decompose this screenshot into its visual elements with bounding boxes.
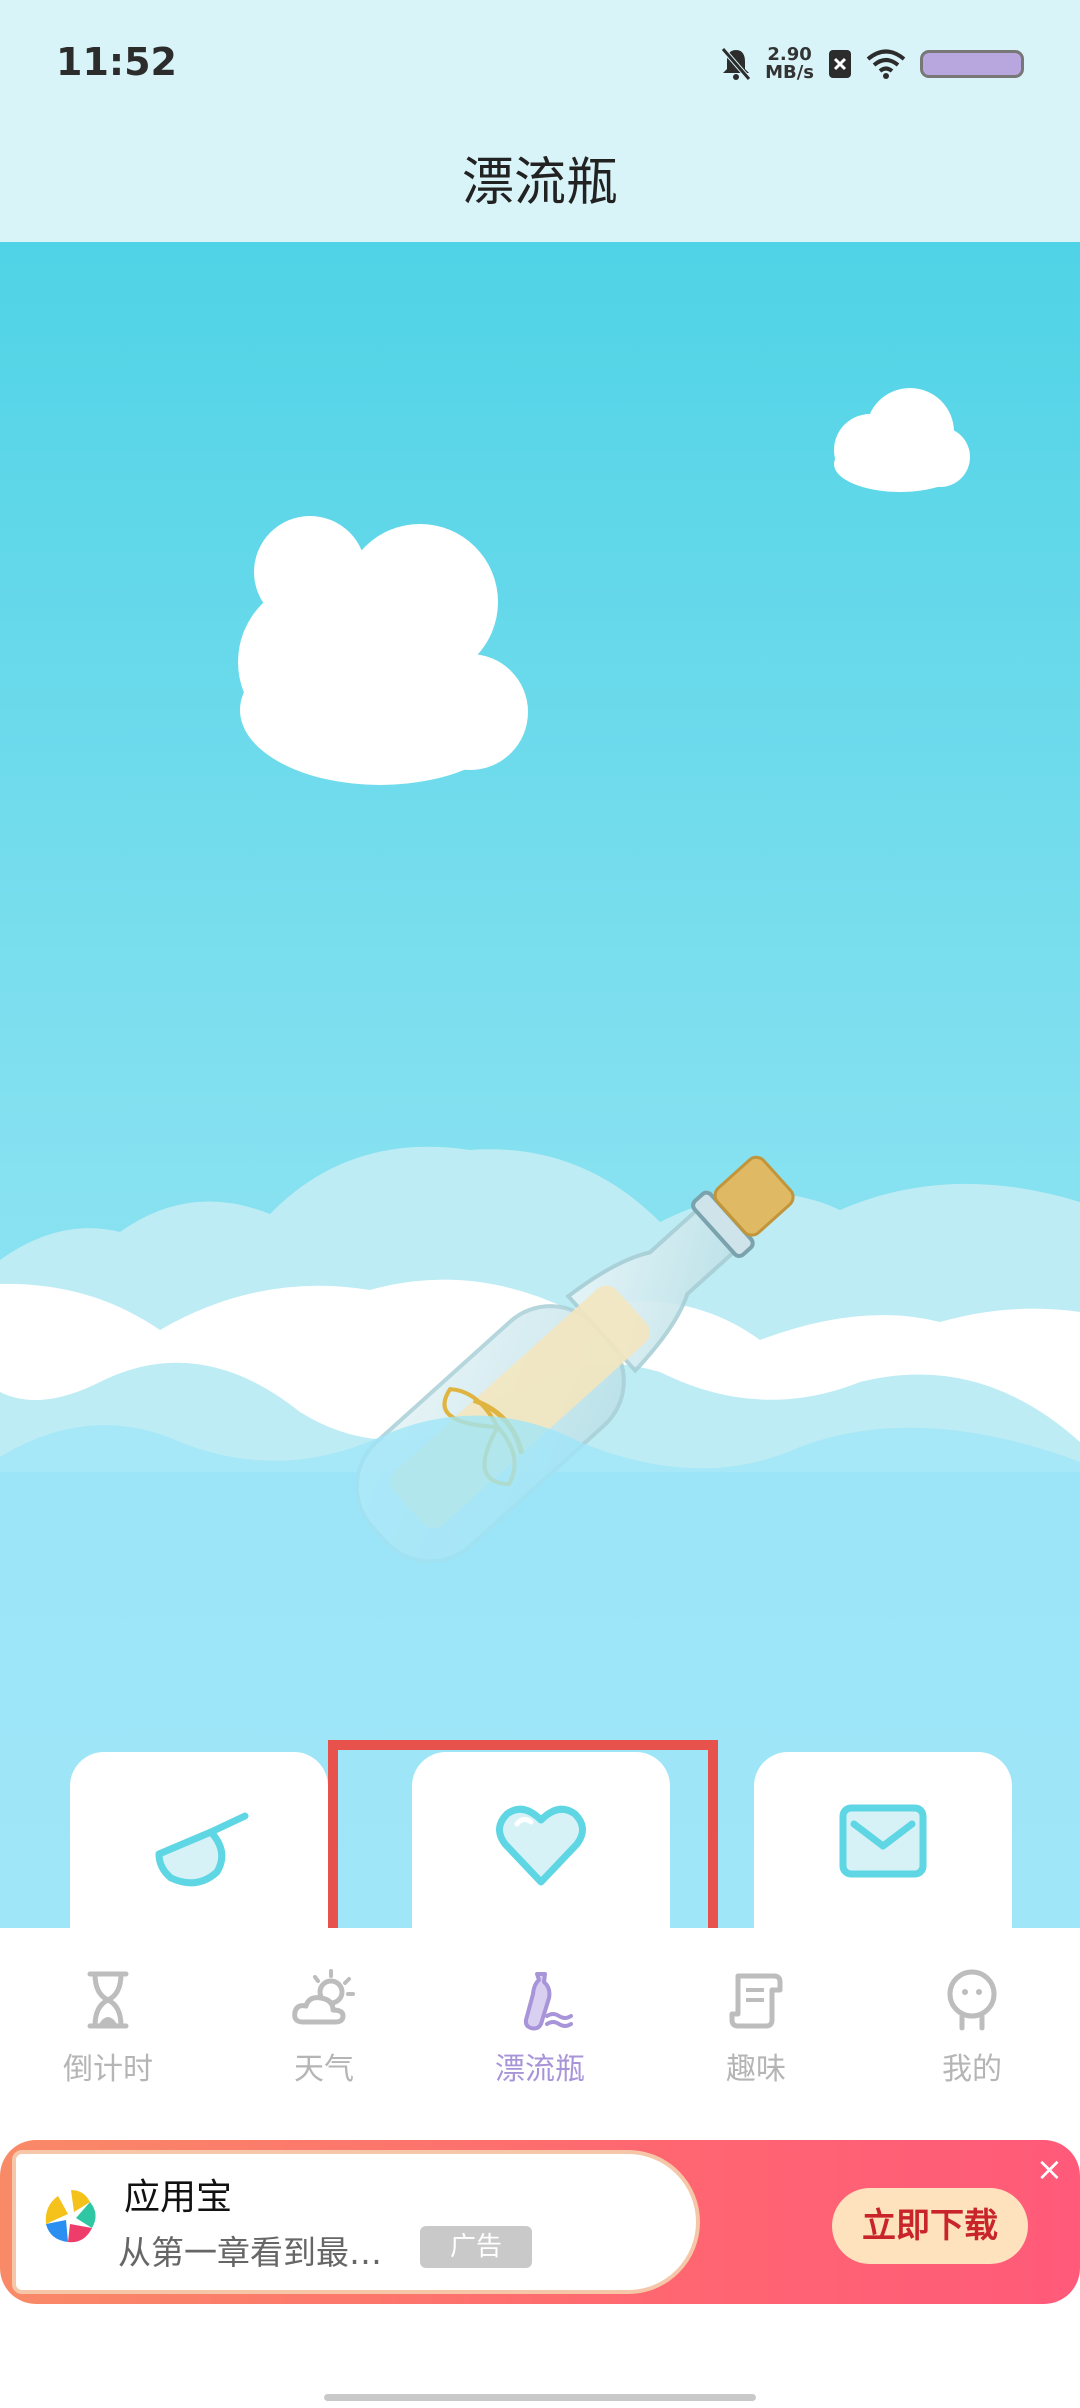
tab-label: 我的 bbox=[942, 2052, 1002, 2087]
ad-label-badge: 广告 bbox=[420, 2226, 532, 2268]
hourglass-icon bbox=[87, 1971, 129, 2029]
wifi-icon bbox=[866, 49, 906, 79]
cloud-sun-icon bbox=[292, 1969, 355, 2025]
tab-label: 趣味 bbox=[726, 2052, 786, 2087]
close-ad-icon[interactable]: × bbox=[1036, 2150, 1063, 2188]
drift-bottle-scene bbox=[0, 242, 1080, 1934]
ad-description: 从第一章看到最… bbox=[118, 2233, 382, 2272]
download-button[interactable]: 立即下载 bbox=[832, 2188, 1028, 2264]
tab-fun[interactable]: 趣味 bbox=[676, 1968, 836, 2108]
bottle-icon bbox=[523, 1972, 573, 2031]
mute-bell-icon bbox=[721, 47, 751, 81]
tab-label: 倒计时 bbox=[63, 2052, 153, 2087]
tab-weather[interactable]: 天气 bbox=[244, 1968, 404, 2108]
status-time: 11:52 bbox=[56, 40, 177, 84]
home-indicator[interactable] bbox=[324, 2394, 756, 2401]
envelope-icon bbox=[839, 1804, 927, 1878]
scoop-button[interactable] bbox=[70, 1752, 328, 1932]
tab-countdown[interactable]: 倒计时 bbox=[28, 1968, 188, 2108]
net-icon bbox=[155, 1812, 249, 1887]
battery-icon bbox=[920, 50, 1024, 78]
mail-button[interactable] bbox=[754, 1752, 1012, 1932]
person-icon bbox=[947, 1969, 997, 2031]
app-store-logo-icon bbox=[45, 2190, 96, 2243]
selection-highlight bbox=[328, 1740, 718, 1952]
tab-label: 漂流瓶 bbox=[495, 2052, 585, 2087]
tab-label: 天气 bbox=[294, 2052, 354, 2087]
net-speed: 2.90 MB/s bbox=[765, 44, 814, 83]
tab-drift-bottle[interactable]: 漂流瓶 bbox=[460, 1968, 620, 2108]
ad-app-name: 应用宝 bbox=[124, 2177, 233, 2218]
page-title: 漂流瓶 bbox=[461, 153, 618, 213]
sim-off-icon bbox=[829, 50, 851, 78]
status-icons: 2.90 MB/s bbox=[721, 38, 1024, 90]
tab-profile[interactable]: 我的 bbox=[892, 1968, 1052, 2108]
scroll-icon bbox=[729, 1973, 783, 2029]
